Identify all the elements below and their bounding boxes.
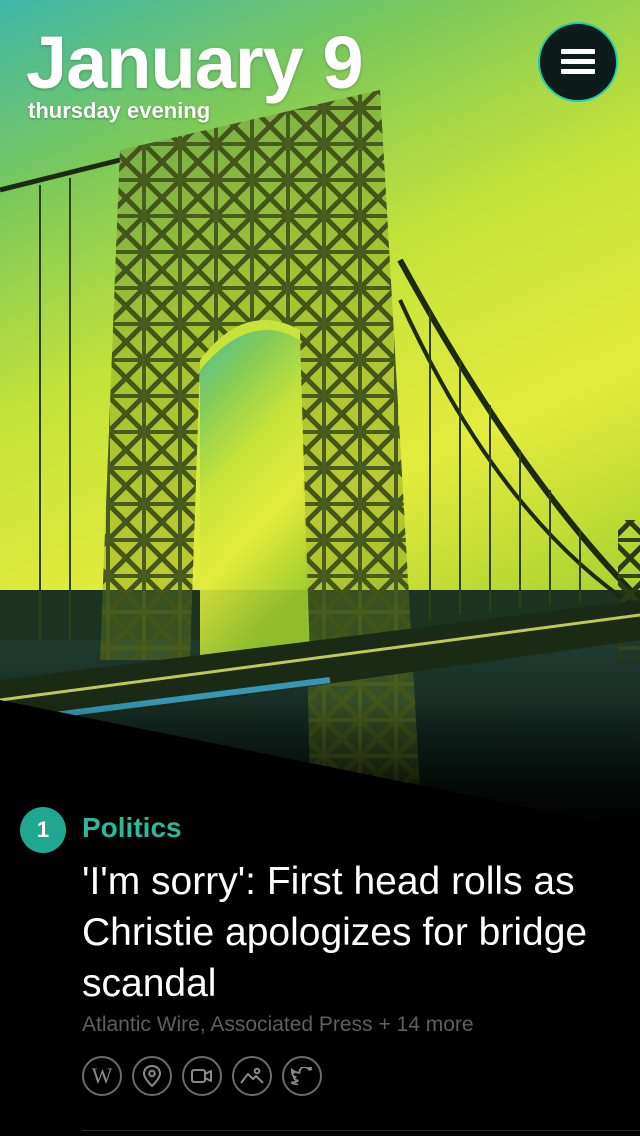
twitter-button[interactable] <box>282 1056 322 1096</box>
date-title: January 9 <box>26 21 364 104</box>
twitter-icon <box>291 1067 313 1085</box>
video-button[interactable] <box>182 1056 222 1096</box>
bridge-photo <box>0 0 640 830</box>
menu-button[interactable] <box>538 22 618 102</box>
image-button[interactable] <box>232 1056 272 1096</box>
video-icon <box>191 1069 212 1083</box>
story-sources[interactable]: Atlantic Wire, Associated Press + 14 mor… <box>82 1013 474 1037</box>
image-icon <box>240 1067 264 1084</box>
hero-image: January 9 thursday evening <box>0 0 640 830</box>
date-header: January 9 thursday evening <box>26 21 364 124</box>
wikipedia-button[interactable]: W <box>82 1056 122 1096</box>
story-action-row: W <box>82 1056 322 1096</box>
wikipedia-icon: W <box>91 1063 113 1088</box>
hamburger-icon <box>561 49 595 75</box>
location-button[interactable] <box>132 1056 172 1096</box>
story-headline[interactable]: 'I'm sorry': First head rolls as Christi… <box>82 856 612 1009</box>
story-category[interactable]: Politics <box>82 812 182 844</box>
rank-badge: 1 <box>20 807 66 853</box>
location-pin-icon <box>142 1065 162 1087</box>
story-divider <box>82 1130 640 1131</box>
